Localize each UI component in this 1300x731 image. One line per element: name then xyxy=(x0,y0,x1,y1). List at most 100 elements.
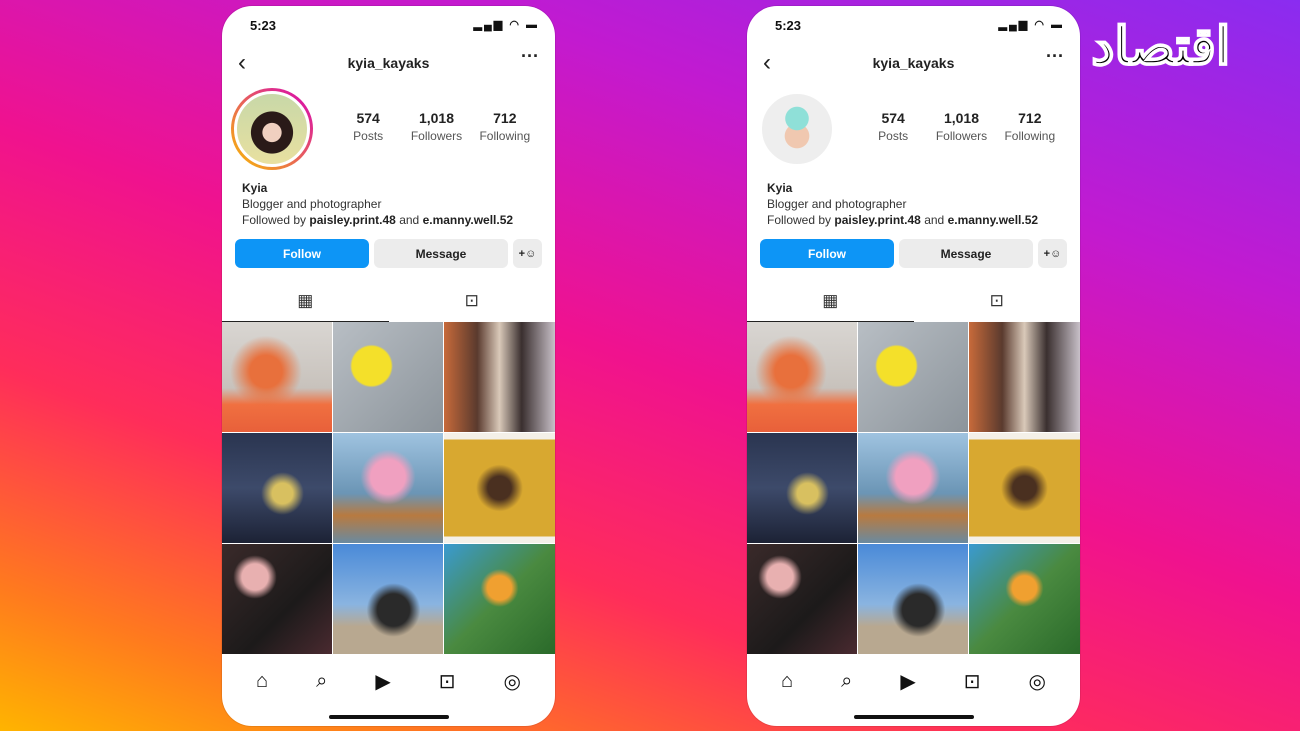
reels-icon[interactable]: ▶ xyxy=(375,669,390,694)
stat-followers[interactable]: 1,018 Followers xyxy=(927,110,995,143)
posts-grid xyxy=(222,322,555,654)
follow-button[interactable]: Follow xyxy=(235,239,369,268)
stat-value: 1,018 xyxy=(943,110,980,126)
followed-and: and xyxy=(399,213,420,227)
followed-user-link[interactable]: paisley.print.48 xyxy=(309,213,395,227)
grid-icon: ▦ xyxy=(297,291,314,310)
tab-tagged[interactable]: ⊡ xyxy=(914,286,1081,322)
reels-icon[interactable]: ▶ xyxy=(900,669,915,694)
post-thumbnail-orange-tree[interactable] xyxy=(444,544,555,654)
stat-value: 1,018 xyxy=(418,110,455,126)
stat-label: Followers xyxy=(935,129,988,143)
stat-value: 574 xyxy=(356,110,380,126)
post-thumbnail-orange-tree[interactable] xyxy=(969,544,1080,654)
followed-user-link[interactable]: e.manny.well.52 xyxy=(423,213,514,227)
stat-following[interactable]: 712 Following xyxy=(996,110,1064,143)
post-thumbnail-yellow-room[interactable] xyxy=(444,433,555,543)
followed-user-link[interactable]: e.manny.well.52 xyxy=(948,213,1039,227)
profile-icon[interactable]: ◎ xyxy=(1029,669,1046,694)
signal-icon: ▂▄▆ xyxy=(998,19,1030,31)
posts-grid xyxy=(747,322,1080,654)
stat-value: 712 xyxy=(1018,110,1042,126)
stat-value: 574 xyxy=(881,110,905,126)
avatar[interactable] xyxy=(759,91,835,167)
profile-username: kyia_kayaks xyxy=(347,55,430,71)
stat-label: Following xyxy=(1004,129,1056,143)
bio-text: Blogger and photographer xyxy=(767,197,907,211)
battery-icon: ▬ xyxy=(1051,19,1064,31)
profile-icon[interactable]: ◎ xyxy=(504,669,521,694)
home-icon[interactable]: ⌂ xyxy=(781,670,793,693)
tagged-icon: ⊡ xyxy=(464,291,479,310)
post-thumbnail-night-street[interactable] xyxy=(747,433,857,543)
stat-followers[interactable]: 1,018 Followers xyxy=(402,110,470,143)
tab-posts-grid[interactable]: ▦ xyxy=(222,286,389,322)
post-thumbnail-smiley-balloon[interactable] xyxy=(858,322,968,432)
search-icon[interactable]: ⌕ xyxy=(316,670,327,693)
profile-name: Kyia xyxy=(767,181,793,195)
shop-icon[interactable]: ⊡ xyxy=(439,669,456,694)
followed-prefix: Followed by xyxy=(242,213,307,227)
post-thumbnail-hand-flash[interactable] xyxy=(747,544,857,654)
phone-profile-screen: 5:23 ▂▄▆ ◠ ▬ ‹ kyia_kayaks ··· 574 Posts 1… xyxy=(222,6,555,726)
profile-header: ‹ kyia_kayaks ··· xyxy=(747,46,1080,76)
search-icon[interactable]: ⌕ xyxy=(841,670,852,693)
stat-label: Followers xyxy=(410,129,463,143)
wifi-icon: ◠ xyxy=(509,19,521,31)
home-indicator xyxy=(328,715,449,719)
post-thumbnail-woman-sign[interactable] xyxy=(333,544,443,654)
profile-tabs: ▦ ⊡ xyxy=(222,286,555,322)
stat-value: 712 xyxy=(493,110,517,126)
signal-icon: ▂▄▆ xyxy=(473,19,505,31)
stat-posts[interactable]: 574 Posts xyxy=(859,110,927,143)
avatar[interactable] xyxy=(234,91,310,167)
stat-following[interactable]: 712 Following xyxy=(471,110,539,143)
stat-label: Posts xyxy=(878,129,909,143)
profile-bio: Kyia Blogger and photographer Followed b… xyxy=(242,180,513,228)
post-thumbnail-night-street[interactable] xyxy=(222,433,332,543)
post-thumbnail-group-friends[interactable] xyxy=(969,322,1080,432)
post-thumbnail-group-friends[interactable] xyxy=(444,322,555,432)
avatar-ring[interactable] xyxy=(756,88,838,170)
post-thumbnail-orange-hoodie[interactable] xyxy=(222,322,332,432)
tab-tagged[interactable]: ⊡ xyxy=(389,286,556,322)
status-icons: ▂▄▆ ◠ ▬ xyxy=(999,18,1064,31)
more-options-icon[interactable]: ··· xyxy=(1046,46,1064,67)
post-thumbnail-woman-sign[interactable] xyxy=(858,544,968,654)
post-thumbnail-pink-jacket[interactable] xyxy=(333,433,443,543)
post-thumbnail-yellow-room[interactable] xyxy=(969,433,1080,543)
shop-icon[interactable]: ⊡ xyxy=(964,669,981,694)
wifi-icon: ◠ xyxy=(1034,19,1046,31)
profile-header: ‹ kyia_kayaks ··· xyxy=(222,46,555,76)
battery-icon: ▬ xyxy=(526,19,539,31)
stat-label: Posts xyxy=(353,129,384,143)
profile-stats: 574 Posts 1,018 Followers 712 Following xyxy=(334,110,539,143)
post-thumbnail-orange-hoodie[interactable] xyxy=(747,322,857,432)
post-thumbnail-hand-flash[interactable] xyxy=(222,544,332,654)
bio-text: Blogger and photographer xyxy=(242,197,382,211)
profile-tabs: ▦ ⊡ xyxy=(747,286,1080,322)
post-thumbnail-smiley-balloon[interactable] xyxy=(333,322,443,432)
message-button[interactable]: Message xyxy=(374,239,508,268)
suggest-people-icon[interactable]: +☺ xyxy=(1038,239,1067,268)
tagged-icon: ⊡ xyxy=(989,291,1004,310)
avatar-ring[interactable] xyxy=(231,88,313,170)
suggest-people-icon[interactable]: +☺ xyxy=(513,239,542,268)
status-time: 5:23 xyxy=(775,18,802,33)
followed-by: Followed by paisley.print.48 and e.manny… xyxy=(767,212,1038,228)
stat-posts[interactable]: 574 Posts xyxy=(334,110,402,143)
profile-username: kyia_kayaks xyxy=(872,55,955,71)
tab-posts-grid[interactable]: ▦ xyxy=(747,286,914,322)
followed-prefix: Followed by xyxy=(767,213,832,227)
more-options-icon[interactable]: ··· xyxy=(521,46,539,67)
post-thumbnail-pink-jacket[interactable] xyxy=(858,433,968,543)
status-icons: ▂▄▆ ◠ ▬ xyxy=(474,18,539,31)
followed-user-link[interactable]: paisley.print.48 xyxy=(834,213,920,227)
message-button[interactable]: Message xyxy=(899,239,1033,268)
grid-icon: ▦ xyxy=(822,291,839,310)
home-icon[interactable]: ⌂ xyxy=(256,670,268,693)
stat-label: Following xyxy=(479,129,531,143)
phone-profile-screen: 5:23 ▂▄▆ ◠ ▬ ‹ kyia_kayaks ··· 574 Posts 1… xyxy=(747,6,1080,726)
follow-button[interactable]: Follow xyxy=(760,239,894,268)
followed-and: and xyxy=(924,213,945,227)
